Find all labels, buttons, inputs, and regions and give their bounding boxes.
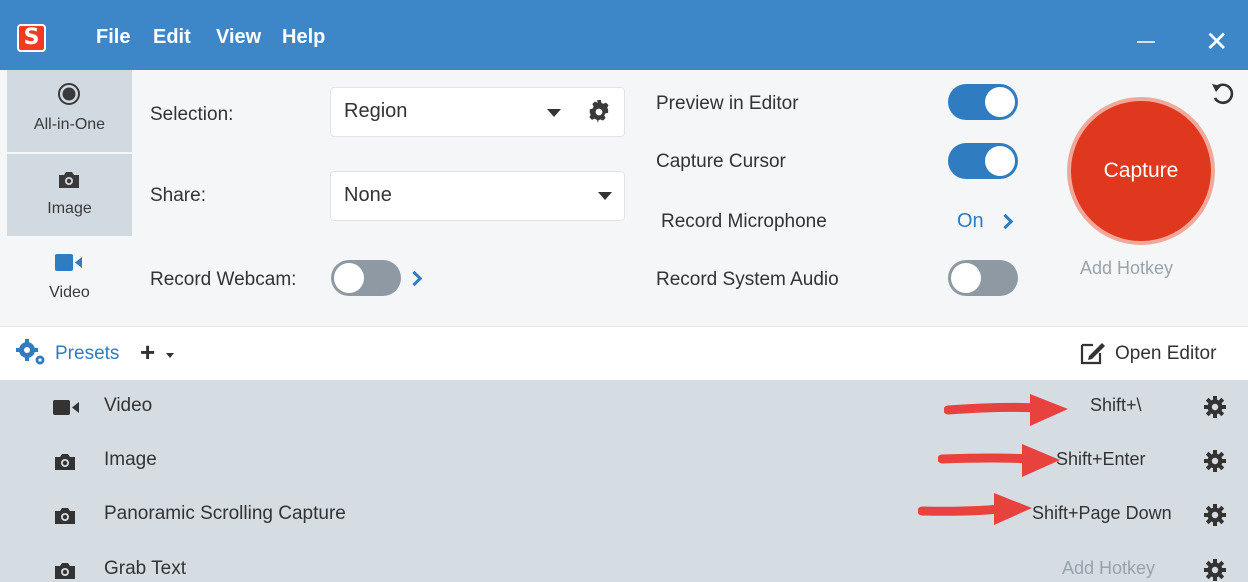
share-value: None — [344, 184, 392, 206]
menu-view[interactable]: View — [216, 26, 261, 49]
chevron-down-icon — [547, 109, 561, 117]
presets-label[interactable]: Presets — [55, 343, 119, 365]
preview-label: Preview in Editor — [656, 93, 799, 114]
preset-name: Grab Text — [104, 558, 187, 579]
camera-icon — [59, 172, 79, 188]
gear-icon[interactable] — [1203, 395, 1227, 419]
close-icon[interactable]: ✕ — [1205, 28, 1228, 56]
selection-dropdown[interactable]: Region — [330, 87, 625, 137]
share-dropdown[interactable]: None — [330, 171, 625, 221]
tab-label: Image — [47, 200, 92, 217]
open-editor-button[interactable]: Open Editor — [1115, 343, 1216, 365]
video-camera-icon — [53, 400, 79, 415]
menu-file[interactable]: File — [96, 26, 130, 49]
chevron-right-icon[interactable] — [406, 270, 423, 287]
tab-image[interactable]: Image — [7, 154, 132, 236]
snagit-logo-icon: S — [17, 24, 46, 52]
toggle-knob — [951, 263, 981, 293]
preset-name: Video — [104, 395, 153, 416]
system-audio-label: Record System Audio — [656, 269, 839, 290]
toggle-knob — [334, 263, 364, 293]
preset-name: Panoramic Scrolling Capture — [104, 503, 346, 524]
add-hotkey-link[interactable]: Add Hotkey — [1080, 258, 1173, 279]
preset-row-grab-text[interactable]: Grab Text Add Hotkey — [0, 543, 1248, 582]
annotation-arrow — [938, 444, 1060, 477]
capture-settings-panel: Selection: Region Share: None Record Web… — [138, 70, 1248, 326]
gears-icon[interactable] — [16, 339, 48, 367]
toggle-knob — [985, 87, 1015, 117]
camera-icon — [55, 563, 75, 579]
cursor-toggle[interactable] — [948, 143, 1018, 179]
preview-toggle[interactable] — [948, 84, 1018, 120]
edit-icon[interactable] — [1080, 341, 1106, 365]
selection-label: Selection: — [150, 104, 234, 125]
minimize-icon[interactable] — [1137, 41, 1155, 43]
system-audio-toggle[interactable] — [948, 260, 1018, 296]
undo-icon[interactable] — [1210, 81, 1236, 107]
preset-add-hotkey[interactable]: Add Hotkey — [1062, 558, 1155, 579]
menu-edit[interactable]: Edit — [153, 26, 191, 49]
webcam-toggle[interactable] — [331, 260, 401, 296]
microphone-status[interactable]: On — [957, 210, 984, 233]
chevron-right-icon[interactable] — [997, 213, 1014, 230]
preset-row-panoramic[interactable]: Panoramic Scrolling Capture Shift+Page D… — [0, 488, 1248, 542]
share-label: Share: — [150, 185, 206, 206]
video-camera-icon — [55, 254, 82, 271]
preset-hotkey[interactable]: Shift+Page Down — [1032, 503, 1172, 524]
camera-icon — [55, 508, 75, 524]
capture-mode-tabs: All-in-One Image Video — [0, 70, 138, 326]
gear-icon[interactable] — [1203, 503, 1227, 527]
preset-hotkey[interactable]: Shift+\ — [1090, 395, 1142, 416]
camera-icon — [55, 454, 75, 470]
presets-bar: Presets + Open Editor — [0, 326, 1248, 380]
preset-hotkey[interactable]: Shift+Enter — [1056, 449, 1146, 470]
annotation-arrow — [918, 493, 1032, 525]
gear-icon[interactable] — [1203, 449, 1227, 473]
chevron-down-icon[interactable] — [166, 353, 174, 358]
gear-icon[interactable] — [587, 100, 611, 124]
microphone-label: Record Microphone — [661, 211, 827, 232]
toggle-knob — [985, 146, 1015, 176]
tab-label: Video — [49, 284, 90, 301]
tab-all-in-one[interactable]: All-in-One — [7, 70, 132, 152]
preset-name: Image — [104, 449, 157, 470]
cursor-label: Capture Cursor — [656, 151, 786, 172]
chevron-down-icon — [598, 192, 612, 200]
radio-dot-icon — [58, 83, 80, 105]
selection-value: Region — [344, 100, 408, 122]
logo-letter: S — [23, 25, 40, 50]
annotation-arrow — [944, 394, 1068, 426]
webcam-label: Record Webcam: — [150, 269, 297, 290]
capture-button[interactable]: Capture — [1067, 97, 1215, 245]
menu-help[interactable]: Help — [282, 26, 325, 49]
title-bar: S File Edit View Help ✕ — [0, 0, 1248, 70]
add-preset-button[interactable]: + — [140, 337, 155, 368]
tab-video[interactable]: Video — [7, 236, 132, 326]
tab-label: All-in-One — [33, 116, 106, 133]
gear-icon[interactable] — [1203, 558, 1227, 582]
